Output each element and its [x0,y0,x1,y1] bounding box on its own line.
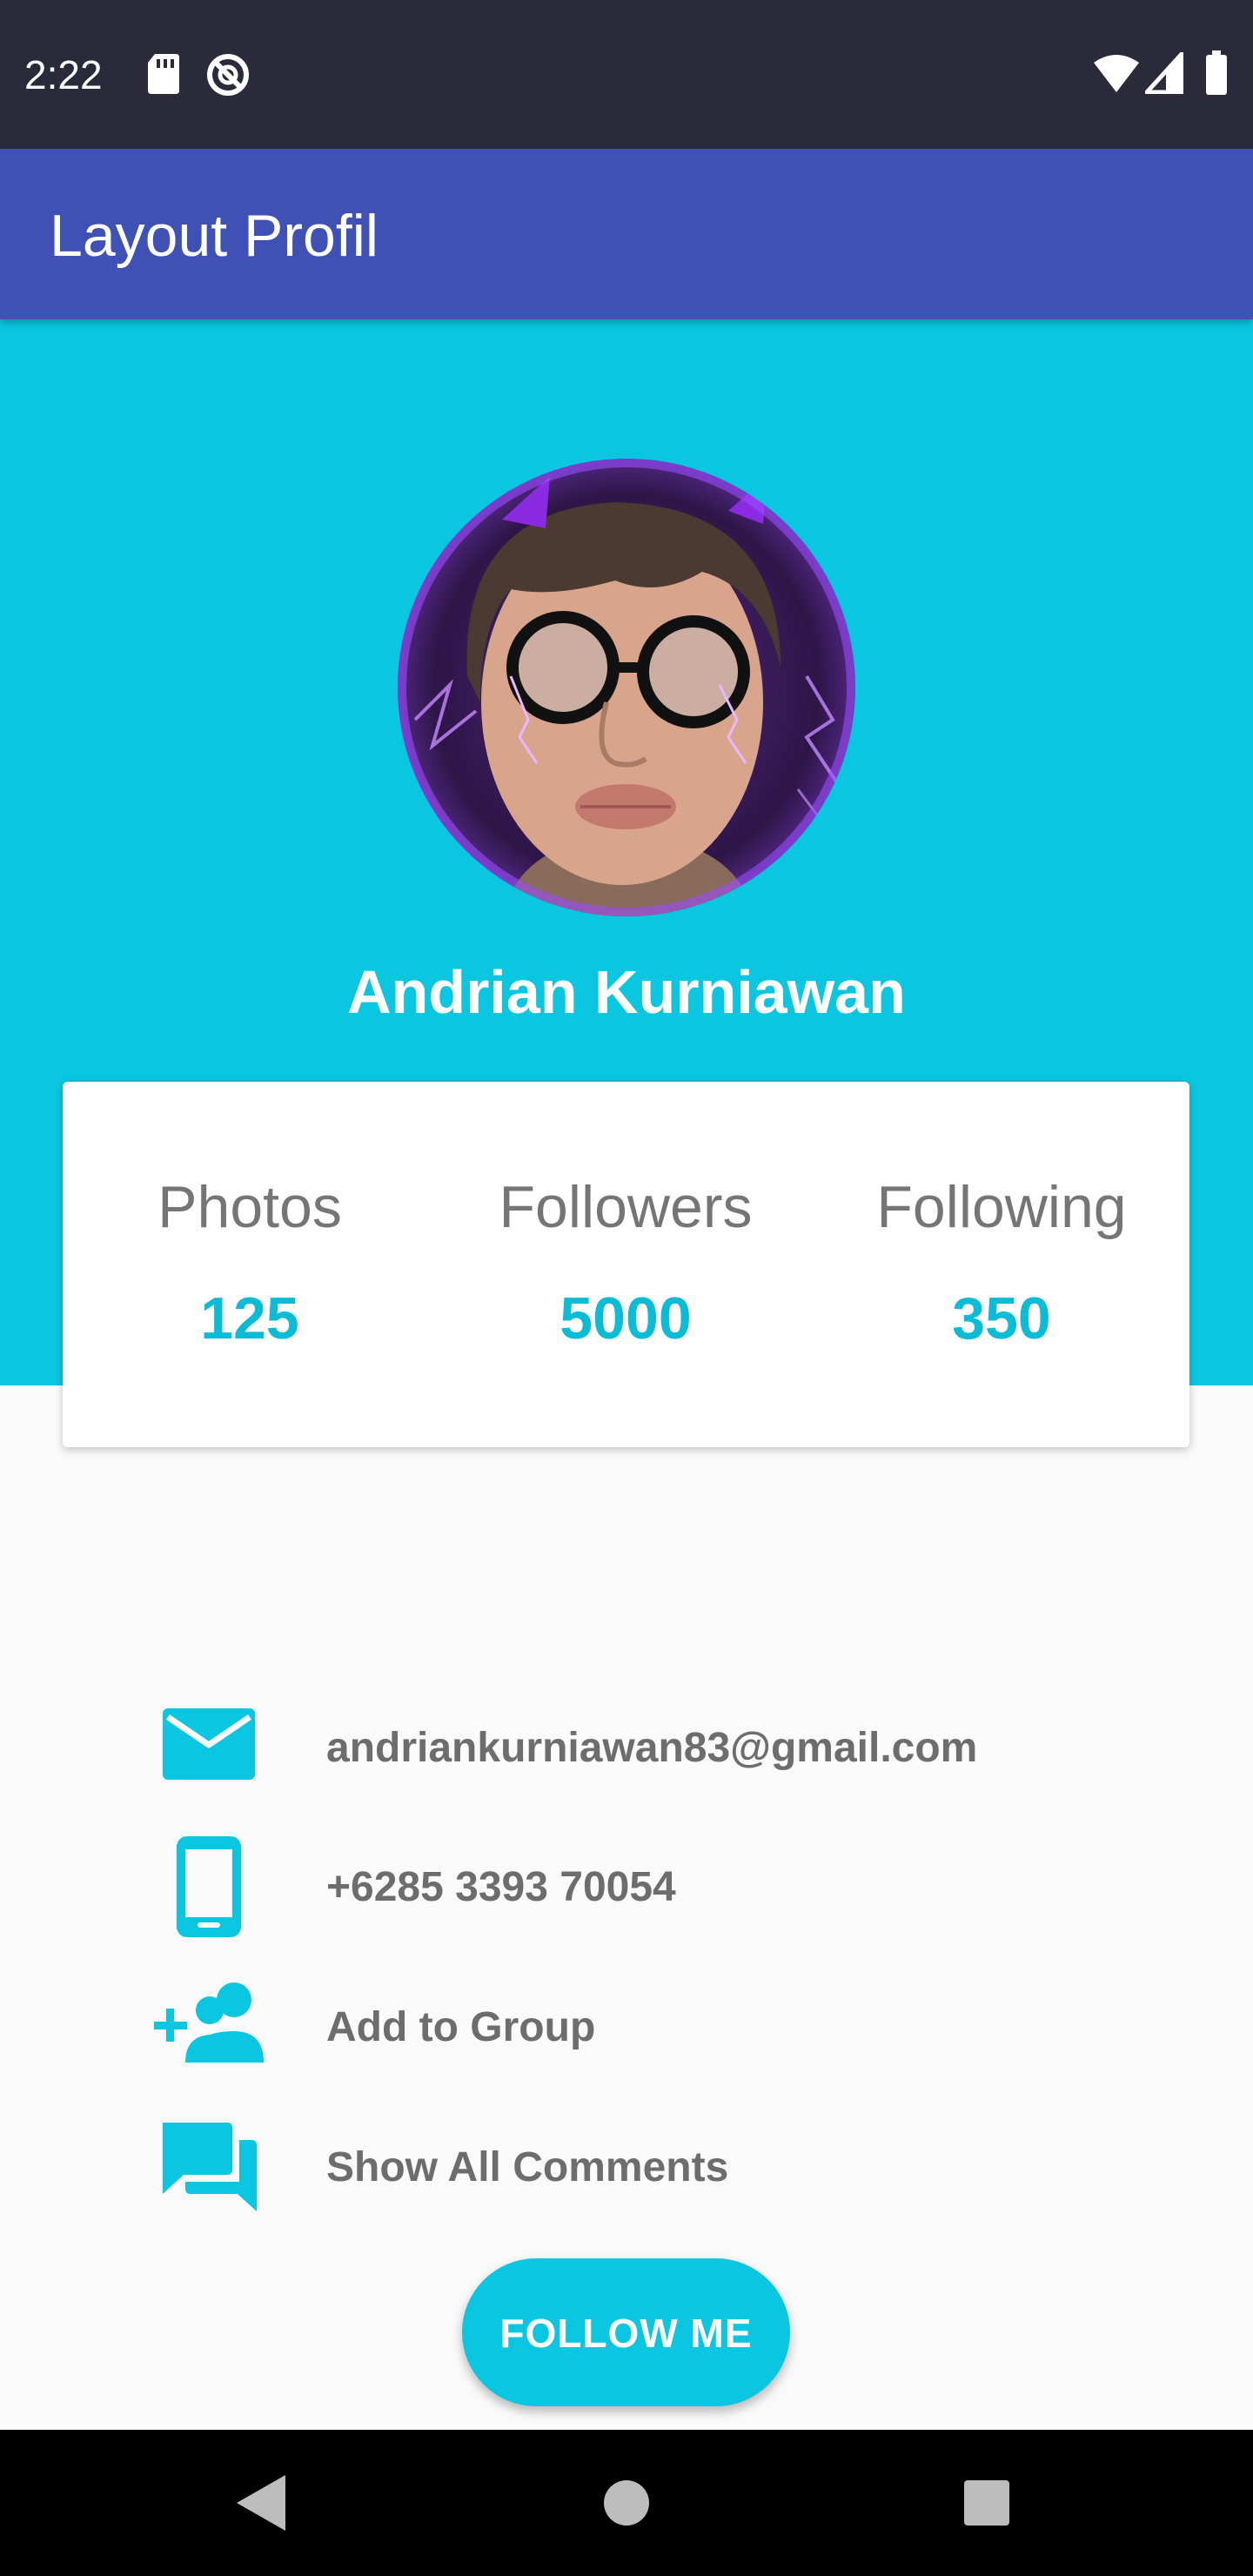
do-not-disturb-icon [207,54,249,96]
phone-icon [177,1836,241,1937]
add-group-icon [154,1982,264,2063]
contact-phone-row[interactable]: +6285 3393 70054 [0,1830,1253,1943]
status-bar: 2:22 [0,0,1253,149]
phone-text: +6285 3393 70054 [326,1864,676,1910]
show-comments-row[interactable]: Show All Comments [0,2110,1253,2224]
page-title: Layout Profil [50,203,379,269]
navigation-bar [0,2430,1253,2576]
stat-value: 125 [200,1285,299,1352]
email-text: andriankurniawan83@gmail.com [326,1725,978,1771]
status-time: 2:22 [24,52,103,97]
email-icon [163,1708,255,1780]
stat-label: Photos [157,1174,342,1240]
app-bar: Layout Profil [0,149,1253,319]
home-icon[interactable] [592,2468,661,2538]
stats-card: Photos 125 Followers 5000 Following 350 [63,1082,1189,1447]
show-comments-text: Show All Comments [326,2144,729,2190]
add-to-group-text: Add to Group [326,2004,596,2050]
stat-label: Following [876,1174,1127,1240]
back-icon[interactable] [228,2468,298,2538]
recents-icon[interactable] [952,2468,1022,2538]
signal-icon [1145,52,1183,94]
contact-email-row[interactable]: andriankurniawan83@gmail.com [0,1691,1253,1804]
stat-value: 5000 [559,1285,692,1352]
battery-icon [1206,50,1227,95]
wifi-icon [1094,55,1139,92]
stat-label: Followers [499,1174,753,1240]
stat-value: 350 [952,1285,1051,1352]
follow-me-button[interactable]: FOLLOW ME [462,2258,790,2406]
sd-card-icon [148,54,179,94]
comments-icon [163,2123,257,2211]
avatar[interactable] [398,459,855,916]
profile-name: Andrian Kurniawan [347,958,906,1026]
add-to-group-row[interactable]: Add to Group [0,1970,1253,2083]
